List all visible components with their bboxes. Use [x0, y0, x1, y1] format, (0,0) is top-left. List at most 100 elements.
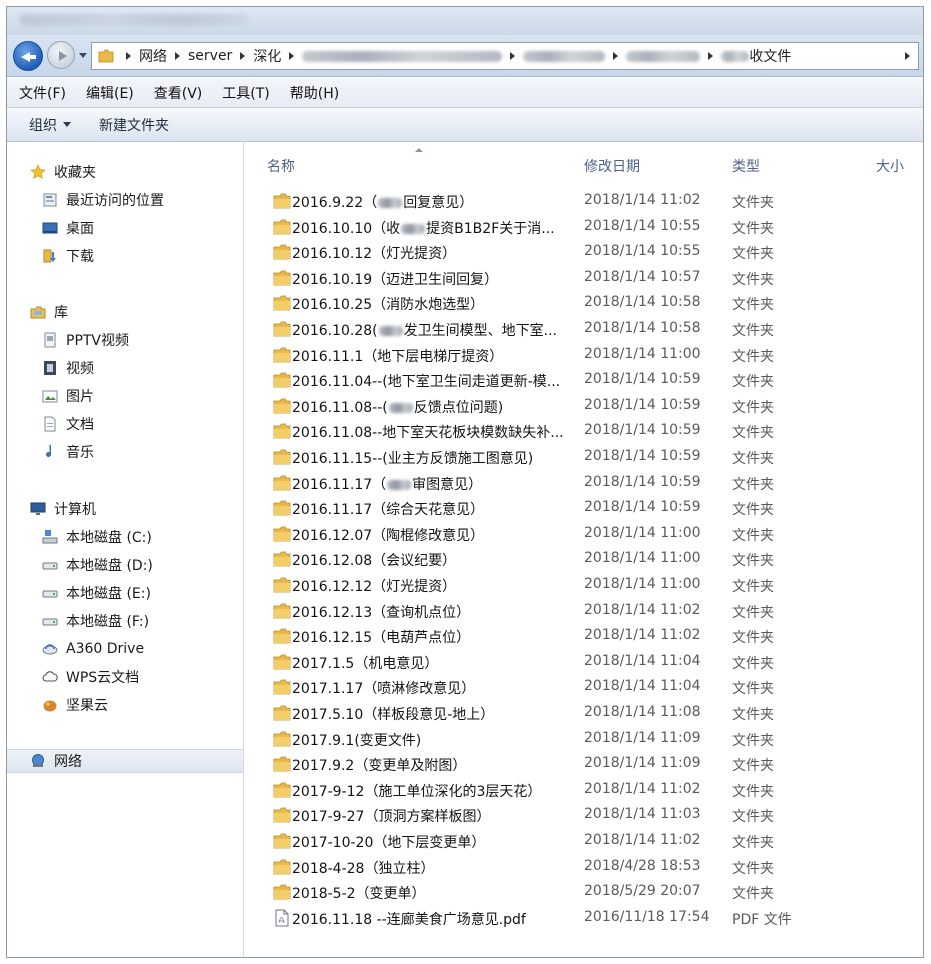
nav-drive-f-label: 本地磁盘 (F:)	[66, 614, 150, 630]
file-row[interactable]: 2016.11.04--(地下室卫生间走道更新-模... 2018/1/14 10…	[245, 368, 923, 392]
menu-view[interactable]: 查看(V)	[154, 83, 203, 103]
address-bar[interactable]: 网络 server 深化 收文件	[91, 42, 919, 70]
file-name-part: 2016.11.17（综合天花意见）	[292, 502, 485, 519]
file-row[interactable]: 2017-9-12（施工单位深化的3层天花） 2018/1/14 11:02 文件夹	[245, 778, 923, 802]
nav-drive-d[interactable]: 本地磁盘 (D:)	[41, 553, 153, 577]
file-row[interactable]: 2016.11.08--地下室天花板块模数缺失补... 2018/1/14 10:…	[245, 419, 923, 443]
nav-a360-drive[interactable]: A360 Drive	[41, 637, 144, 661]
file-row[interactable]: 2017.9.1(变更文件) 2018/1/14 11:09 文件夹	[245, 727, 923, 751]
file-modified-date: 2018/1/14 10:59	[584, 422, 701, 439]
file-row[interactable]: 2016.11.17（综合天花意见） 2018/1/14 10:59 文件夹	[245, 496, 923, 520]
file-row[interactable]: 2016.9.22（ 回复意见） 2018/1/14 11:02 文件夹	[245, 189, 923, 213]
file-row[interactable]: 2016.10.28(发卫生间模型、地下室... 2018/1/14 10:58 文…	[245, 317, 923, 341]
file-row[interactable]: 2016.12.12（灯光提资） 2018/1/14 11:00 文件夹	[245, 573, 923, 597]
file-row[interactable]: 2016.11.1（地下层电梯厅提资） 2018/1/14 11:00 文件夹	[245, 343, 923, 367]
command-bar: 组织 新建文件夹	[7, 108, 923, 142]
file-row[interactable]: 2016.11.08--(反馈点位问题) 2018/1/14 10:59 文件夹	[245, 394, 923, 418]
nav-computer[interactable]: 计算机	[29, 497, 96, 521]
breadcrumb-shenhua[interactable]: 深化	[253, 46, 281, 66]
nav-recent-places[interactable]: 最近访问的位置	[41, 188, 164, 212]
recent-pages-dropdown[interactable]	[79, 53, 87, 58]
file-row[interactable]: 2016.12.13（查询机点位） 2018/1/14 11:02 文件夹	[245, 599, 923, 623]
file-name: 2017.1.17（喷淋修改意见）	[292, 678, 475, 698]
nav-desktop[interactable]: 桌面	[41, 216, 94, 240]
breadcrumb-current[interactable]: 收文件	[749, 46, 791, 66]
file-type: 文件夹	[732, 886, 774, 903]
chevron-right-icon[interactable]	[905, 52, 910, 60]
chevron-right-icon[interactable]	[510, 52, 516, 60]
file-modified-date: 2018/1/14 10:59	[584, 448, 701, 464]
file-modified-date: 2018/1/14 11:09	[584, 755, 701, 772]
file-row[interactable]: 2017.1.17（喷淋修改意见） 2018/1/14 11:04 文件夹	[245, 675, 923, 699]
nav-wps-cloud[interactable]: WPS云文档	[41, 665, 139, 689]
file-row[interactable]: 2016.11.17（ 审图意见） 2018/1/14 10:59 文件夹	[245, 471, 923, 495]
column-header-size[interactable]: 大小	[876, 156, 904, 176]
nav-downloads[interactable]: 下载	[41, 244, 94, 268]
file-row[interactable]: 2017-9-27（顶洞方案样板图） 2018/1/14 11:03 文件夹	[245, 803, 923, 827]
new-folder-button[interactable]: 新建文件夹	[99, 115, 169, 135]
folder-icon	[273, 346, 291, 364]
menu-edit[interactable]: 编辑(E)	[86, 83, 134, 103]
file-row[interactable]: 2016.12.08（会议纪要） 2018/1/14 11:00 文件夹	[245, 547, 923, 571]
file-row[interactable]: 2017.5.10（样板段意见-地上） 2018/1/14 11:08 文件夹	[245, 701, 923, 725]
forward-button[interactable]	[47, 41, 75, 69]
file-row[interactable]: 2017-10-20（地下层变更单） 2018/1/14 11:02 文件夹	[245, 829, 923, 853]
nav-drive-f[interactable]: 本地磁盘 (F:)	[41, 609, 149, 633]
folder-icon	[273, 192, 291, 210]
file-row[interactable]: 2016.12.15（电葫芦点位） 2018/1/14 11:02 文件夹	[245, 624, 923, 648]
breadcrumb-redacted[interactable]	[626, 50, 701, 62]
file-row[interactable]: 2016.10.25（消防水炮选型） 2018/1/14 10:58 文件夹	[245, 291, 923, 315]
file-modified-date: 2018/1/14 11:08	[584, 704, 701, 720]
file-type: 文件夹	[732, 195, 774, 211]
file-row[interactable]: 2016.11.15--(业主方反馈施工图意见) 2018/1/14 10:59 文…	[245, 445, 923, 469]
breadcrumb-redacted[interactable]	[523, 50, 606, 62]
chevron-right-icon[interactable]	[613, 52, 619, 60]
file-name-part: 2017-9-27（顶洞方案样板图）	[292, 809, 491, 826]
nav-documents-label: 文档	[66, 417, 94, 433]
column-header-name[interactable]: 名称	[267, 156, 295, 176]
file-row[interactable]: 2016.10.10（收 提资B1B2F关于消... 2018/1/14 10:55…	[245, 215, 923, 239]
menu-tools[interactable]: 工具(T)	[222, 83, 269, 103]
file-type: 文件夹	[732, 220, 774, 237]
organize-button[interactable]: 组织	[29, 115, 71, 135]
file-row[interactable]: 2016.11.18 --连廊美食广场意见.pdf 2016/11/18 17:5…	[245, 906, 923, 930]
nav-libraries[interactable]: 库	[29, 300, 68, 324]
nav-favorites[interactable]: 收藏夹	[29, 160, 96, 184]
nav-documents[interactable]: 文档	[41, 412, 94, 436]
breadcrumb-redacted[interactable]	[721, 50, 750, 62]
column-header-type[interactable]: 类型	[732, 156, 760, 176]
nav-pptv[interactable]: PPTV视频	[41, 328, 129, 352]
file-name-part: 发卫生间模型、地下室...	[403, 323, 557, 339]
file-row[interactable]: 2018-5-2（变更单） 2018/5/29 20:07 文件夹	[245, 880, 923, 904]
nav-jianguoyun[interactable]: 坚果云	[41, 693, 108, 717]
column-header-date[interactable]: 修改日期	[584, 156, 640, 176]
nav-drive-e[interactable]: 本地磁盘 (E:)	[41, 581, 151, 605]
breadcrumb-server[interactable]: server	[188, 48, 232, 64]
chevron-right-icon[interactable]	[708, 52, 714, 60]
chevron-right-icon[interactable]	[240, 52, 246, 60]
chevron-right-icon[interactable]	[126, 52, 131, 60]
back-button[interactable]	[13, 41, 43, 71]
breadcrumb-redacted[interactable]	[302, 50, 503, 62]
nav-network[interactable]: 网络	[7, 749, 243, 773]
breadcrumb-network[interactable]: 网络	[139, 46, 167, 66]
file-row[interactable]: 2016.10.19（迈进卫生间回复） 2018/1/14 10:57 文件夹	[245, 266, 923, 290]
file-row[interactable]: 2017.9.2（变更单及附图） 2018/1/14 11:09 文件夹	[245, 752, 923, 776]
file-row[interactable]: 2017.1.5（机电意见） 2018/1/14 11:04 文件夹	[245, 650, 923, 674]
file-type: 文件夹	[732, 732, 774, 749]
nav-drive-c[interactable]: 本地磁盘 (C:)	[41, 525, 152, 549]
chevron-right-icon[interactable]	[289, 52, 295, 60]
menu-help[interactable]: 帮助(H)	[290, 83, 339, 103]
file-row[interactable]: 2016.10.12（灯光提资） 2018/1/14 10:55 文件夹	[245, 240, 923, 264]
folder-icon	[98, 48, 114, 68]
menu-file[interactable]: 文件(F)	[19, 83, 66, 103]
nav-music[interactable]: 音乐	[41, 440, 94, 464]
file-type: 文件夹	[732, 451, 774, 467]
nav-music-label: 音乐	[66, 445, 94, 461]
file-row[interactable]: 2016.12.07（陶棍修改意见） 2018/1/14 11:00 文件夹	[245, 522, 923, 546]
nav-videos[interactable]: 视频	[41, 356, 94, 380]
chevron-right-icon[interactable]	[175, 52, 180, 60]
file-row[interactable]: 2018-4-28（独立柱） 2018/4/28 18:53 文件夹	[245, 855, 923, 879]
organize-label: 组织	[29, 117, 57, 134]
nav-pictures[interactable]: 图片	[41, 384, 94, 408]
